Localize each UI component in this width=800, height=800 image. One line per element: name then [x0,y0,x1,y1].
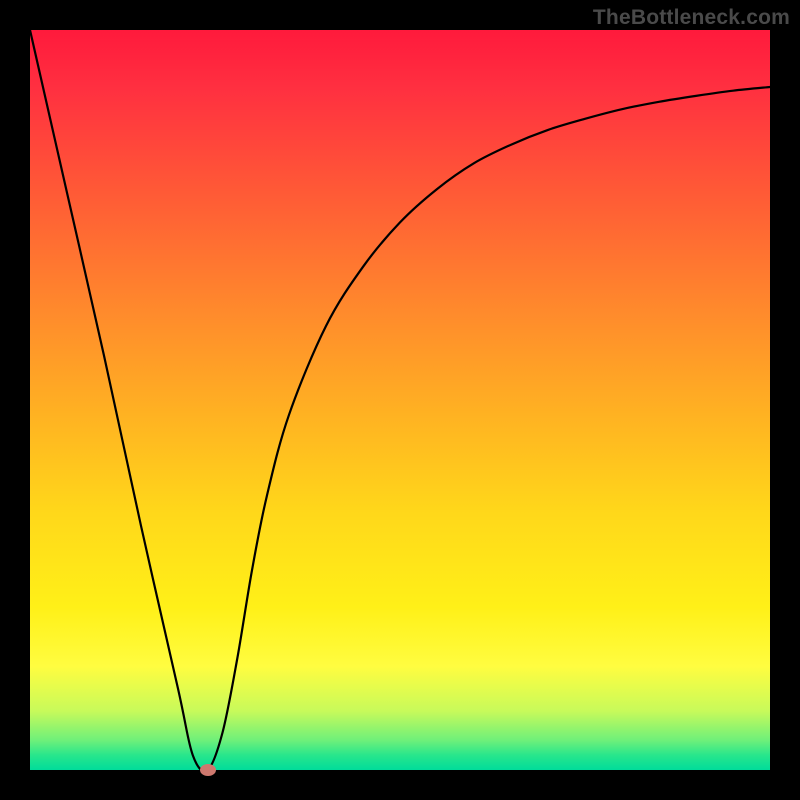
curve-svg [30,30,770,770]
optimal-point-marker [200,764,216,776]
plot-area [30,30,770,770]
bottleneck-curve-path [30,30,770,770]
chart-frame: TheBottleneck.com [0,0,800,800]
watermark-text: TheBottleneck.com [593,6,790,30]
